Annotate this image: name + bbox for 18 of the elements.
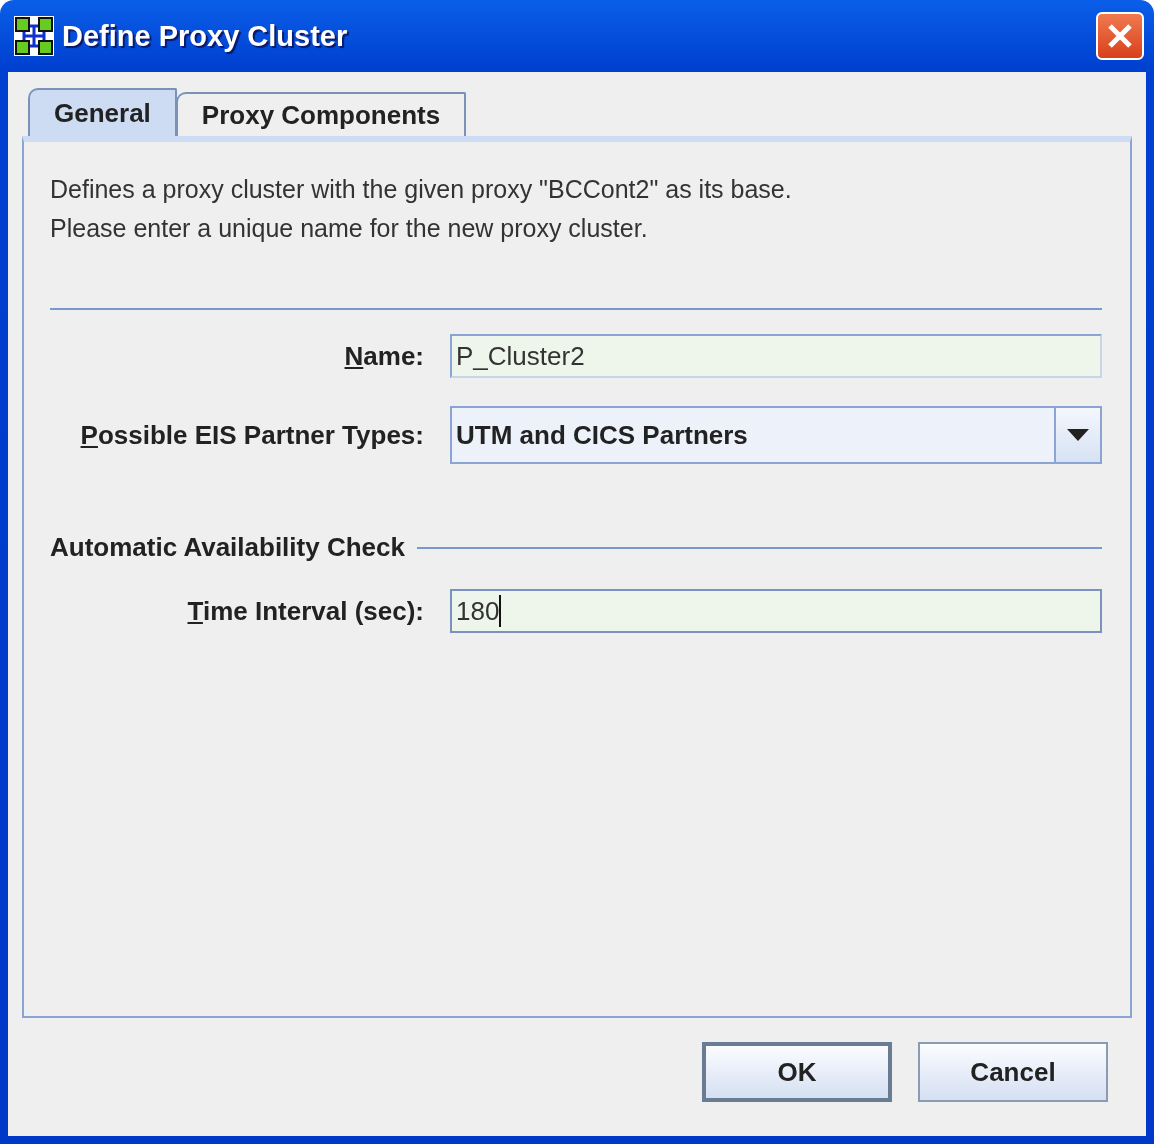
- close-icon: [1107, 23, 1133, 49]
- dialog-button[interactable]: Cancel: [918, 1042, 1108, 1102]
- tab[interactable]: General: [28, 88, 177, 136]
- close-button[interactable]: [1096, 12, 1144, 60]
- field-label: Time Interval (sec):: [186, 595, 424, 627]
- text-field[interactable]: 180: [450, 589, 1102, 633]
- text-field[interactable]: P_Cluster2: [450, 334, 1102, 378]
- description-text: Defines a proxy cluster with the given proxy "BCCont2" as its base. Please enter a unique name for the new proxy cluster.: [50, 174, 793, 244]
- window-title: Define Proxy Cluster: [62, 19, 349, 53]
- dialog-button[interactable]: OK: [702, 1042, 892, 1102]
- dropdown[interactable]: UTM and CICS Partners: [450, 406, 1102, 464]
- text-cursor: [499, 595, 502, 627]
- field-label: Name:: [343, 340, 424, 372]
- dropdown-arrow-icon: [1067, 429, 1089, 441]
- network-nodes-icon: [14, 16, 54, 56]
- tab[interactable]: Proxy Components: [175, 92, 467, 136]
- section-heading: Automatic Availability Check: [50, 532, 405, 563]
- field-label: Possible EIS Partner Types:: [79, 419, 424, 451]
